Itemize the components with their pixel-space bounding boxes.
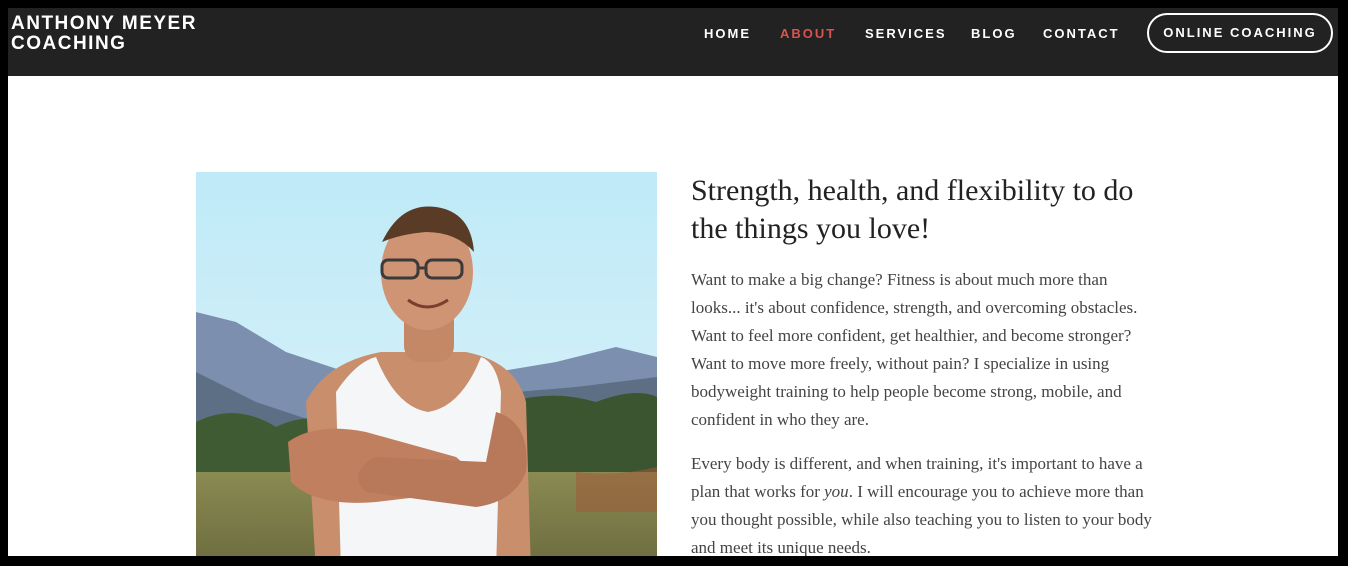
logo-line-1: ANTHONY MEYER [11, 13, 197, 34]
page-frame: ANTHONY MEYER COACHING HOME ABOUT SERVIC… [8, 8, 1338, 556]
site-logo[interactable]: ANTHONY MEYER COACHING [11, 14, 197, 54]
nav-blog[interactable]: BLOG [971, 26, 1017, 42]
about-paragraph-2: Every body is different, and when traini… [691, 450, 1161, 556]
nav-services[interactable]: SERVICES [865, 26, 947, 42]
coach-photo-illustration [196, 172, 657, 556]
paragraph-2-emphasis: you [824, 482, 849, 501]
coach-photo [196, 172, 657, 556]
nav-contact[interactable]: CONTACT [1043, 26, 1120, 42]
site-header: ANTHONY MEYER COACHING HOME ABOUT SERVIC… [8, 8, 1338, 76]
about-paragraph-1: Want to make a big change? Fitness is ab… [691, 270, 1138, 429]
about-content: Strength, health, and flexibility to do … [691, 172, 1161, 556]
logo-line-2: COACHING [11, 33, 127, 54]
about-headline: Strength, health, and flexibility to do … [691, 174, 1134, 245]
nav-about[interactable]: ABOUT [780, 26, 836, 42]
nav-home[interactable]: HOME [704, 26, 751, 42]
online-coaching-button[interactable]: ONLINE COACHING [1147, 13, 1333, 53]
